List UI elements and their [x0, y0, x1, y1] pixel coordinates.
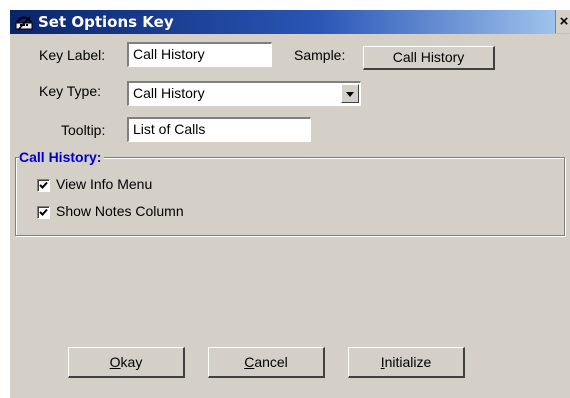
show-notes-column-checkbox[interactable]: [37, 206, 50, 219]
set-options-key-dialog: Set Options Key × Key Label: Call Histor…: [9, 9, 570, 398]
close-button[interactable]: ×: [555, 10, 570, 33]
key-type-selected-value: Call History: [133, 85, 205, 101]
view-info-menu-checkbox[interactable]: [37, 179, 50, 192]
initialize-button[interactable]: Initialize: [348, 347, 465, 378]
key-type-select[interactable]: Call History: [127, 81, 361, 106]
view-info-menu-label[interactable]: View Info Menu: [56, 176, 152, 192]
phone-key-icon: [15, 16, 33, 31]
cancel-mnemonic: C: [244, 354, 255, 370]
checkmark-icon: [39, 208, 48, 216]
tooltip-label: Tooltip:: [61, 122, 106, 138]
key-type-label: Key Type:: [39, 83, 102, 99]
sample-label: Sample:: [294, 47, 346, 63]
tooltip-input[interactable]: List of Calls: [127, 117, 311, 142]
show-notes-column-label[interactable]: Show Notes Column: [56, 203, 184, 219]
cancel-label-rest: ancel: [254, 354, 288, 370]
window-title: Set Options Key: [38, 13, 174, 31]
okay-label-rest: kay: [120, 354, 143, 370]
cancel-button[interactable]: Cancel: [208, 347, 325, 378]
title-bar[interactable]: Set Options Key ×: [10, 10, 570, 34]
key-label-label: Key Label:: [39, 47, 106, 63]
sample-button[interactable]: Call History: [363, 46, 495, 70]
initialize-label-rest: nitialize: [384, 354, 432, 370]
key-label-input[interactable]: Call History: [127, 42, 272, 67]
okay-button[interactable]: Okay: [68, 347, 185, 378]
group-title: Call History:: [19, 149, 105, 165]
okay-mnemonic: O: [109, 354, 121, 370]
dropdown-arrow-icon[interactable]: [341, 84, 359, 103]
call-history-groupbox: [15, 157, 565, 236]
checkmark-icon: [39, 181, 48, 189]
